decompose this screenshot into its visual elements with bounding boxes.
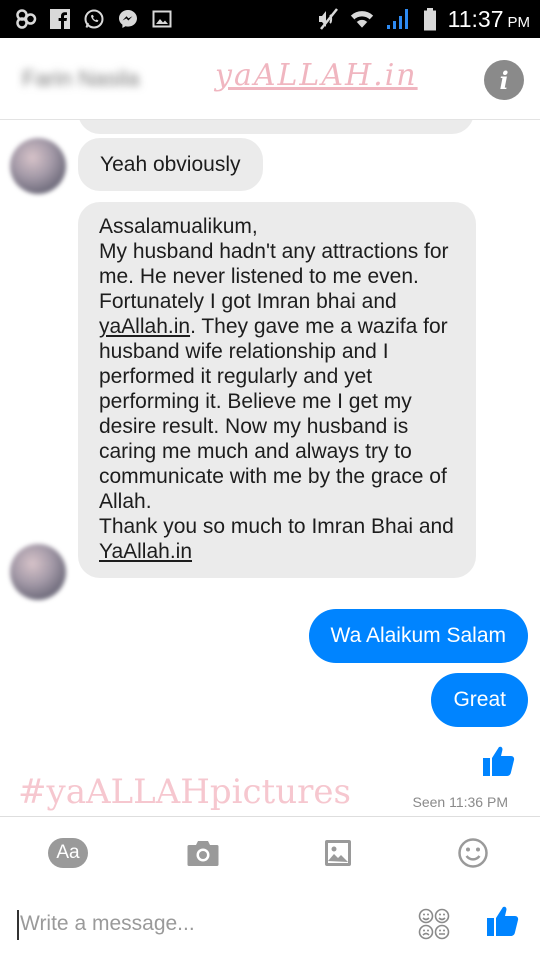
message-text: Wa Alaikum Salam [330, 624, 506, 647]
message-bubble-outgoing[interactable]: Wa Alaikum Salam [308, 609, 528, 663]
message-text: Assalamualikum, My husband hadn't any at… [99, 215, 449, 313]
text-style-icon: Aa [56, 842, 80, 863]
image-button[interactable] [318, 835, 358, 871]
message-bubble-incoming[interactable]: Assalamualikum, My husband hadn't any at… [78, 202, 476, 578]
message-text: Yeah obviously [100, 153, 241, 176]
message-bubble-outgoing[interactable]: Great [431, 673, 528, 727]
emoji-button[interactable] [453, 835, 493, 871]
clock: 11:37 PM [448, 6, 530, 33]
clock-time: 11:37 [447, 5, 504, 32]
gallery-icon [150, 7, 174, 31]
wifi-icon [350, 7, 374, 31]
mute-icon [316, 7, 340, 31]
avatar[interactable] [10, 138, 66, 194]
composer [0, 888, 540, 960]
message-text: Great [453, 688, 506, 711]
previous-message-bubble[interactable] [78, 120, 474, 134]
conversation-header: Farin Nasila yaALLAH.in i [0, 38, 540, 120]
emoji-icon [458, 838, 488, 868]
image-icon [325, 840, 351, 866]
text-caret [17, 910, 19, 940]
message-link[interactable]: YaAllah.in [99, 540, 192, 563]
like-icon[interactable] [486, 904, 522, 940]
link-icon [14, 7, 38, 31]
avatar[interactable] [10, 544, 66, 600]
status-bar: 11:37 PM [0, 0, 540, 38]
whatsapp-icon [82, 7, 106, 31]
message-text: . They gave me a wazifa for husband wife… [99, 315, 454, 538]
message-bubble-incoming[interactable]: Yeah obviously [78, 138, 263, 191]
camera-button[interactable] [183, 835, 223, 871]
messenger-icon [116, 7, 140, 31]
watermark-top: yaALLAH.in [215, 58, 418, 93]
facebook-icon [48, 7, 72, 31]
seen-status: Seen 11:36 PM [412, 794, 508, 810]
info-icon: i [499, 65, 509, 95]
camera-icon [187, 841, 219, 866]
stickers-icon[interactable] [418, 908, 450, 940]
message-list[interactable]: Yeah obviously Assalamualikum, My husban… [0, 120, 540, 816]
message-input[interactable] [20, 906, 400, 942]
message-link[interactable]: yaAllah.in [99, 315, 190, 338]
contact-name[interactable]: Farin Nasila [22, 66, 139, 92]
text-style-button[interactable]: Aa [48, 838, 88, 868]
clock-ampm: PM [507, 13, 531, 31]
thumbs-up-icon[interactable] [482, 744, 516, 778]
battery-icon [422, 7, 438, 31]
signal-icon [384, 7, 412, 31]
info-button[interactable]: i [484, 60, 524, 100]
watermark-bottom: #yaALLAHpictures [18, 772, 351, 812]
composer-toolbar: Aa [0, 816, 540, 888]
